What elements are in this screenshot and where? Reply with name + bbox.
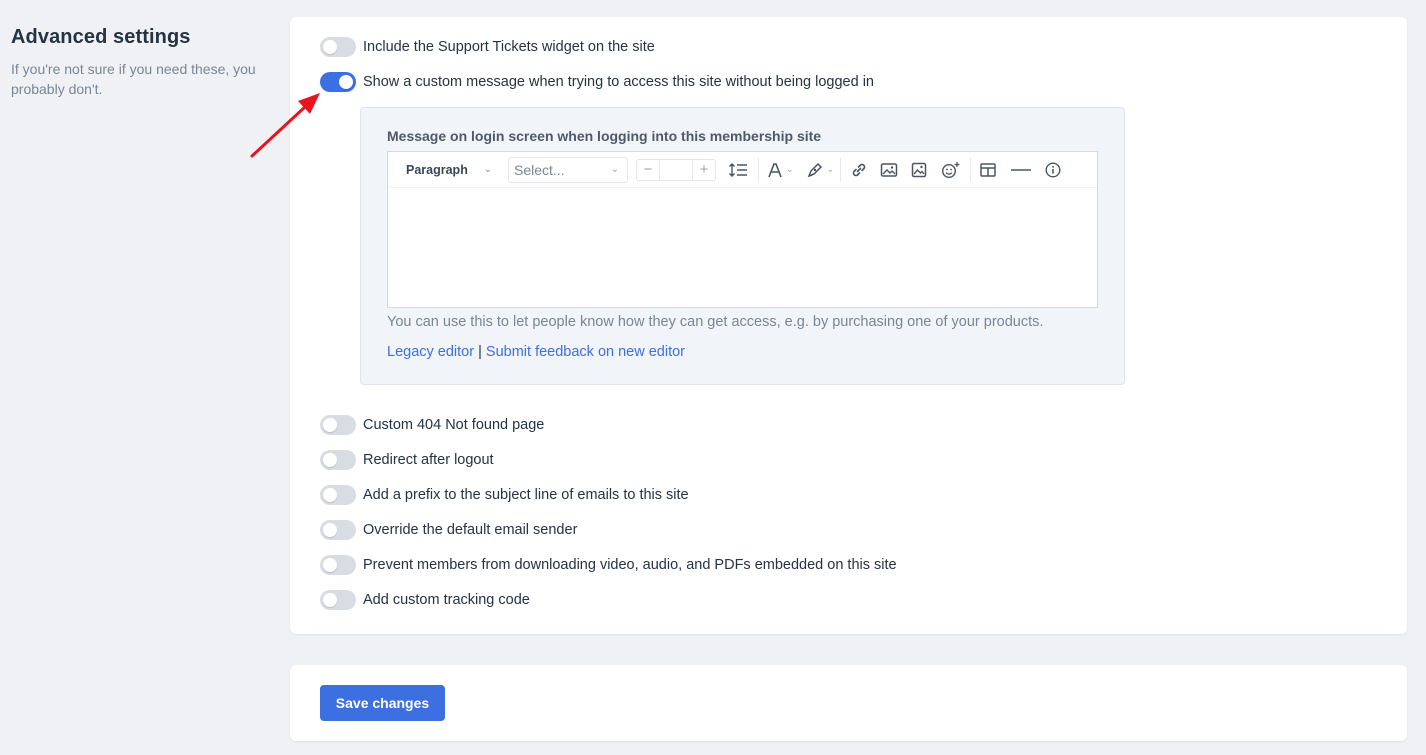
toggle-label: Add a prefix to the subject line of emai… [363,487,689,503]
toggle-label: Prevent members from downloading video, … [363,557,897,573]
toolbar-divider [970,157,972,182]
settings-card: Include the Support Tickets widget on th… [290,17,1407,634]
line-height-icon[interactable] [727,159,749,181]
custom-message-panel: Message on login screen when logging int… [360,107,1125,385]
save-changes-button[interactable]: Save changes [320,685,445,721]
toolbar-divider [758,157,759,182]
section-description: If you're not sure if you need these, yo… [11,61,256,97]
email-subject-prefix-toggle[interactable] [320,485,356,505]
redirect-after-logout-toggle[interactable] [320,450,356,470]
toolbar-divider [840,157,842,182]
rich-text-editor: Paragraph ⌄ Select... ⌄ − + ⌄ ⌄ [387,151,1098,308]
image-gallery-icon[interactable] [879,159,899,181]
toggle-row-tracking-code: Add custom tracking code [320,590,530,610]
editor-toolbar: Paragraph ⌄ Select... ⌄ − + ⌄ ⌄ [388,152,1097,188]
link-separator: | [478,344,482,360]
panel-title: Message on login screen when logging int… [387,128,822,144]
link-icon[interactable] [849,159,869,181]
toggle-label: Redirect after logout [363,452,494,468]
submit-feedback-link[interactable]: Submit feedback on new editor [486,344,685,360]
section-title: Advanced settings [11,26,191,48]
legacy-editor-link[interactable]: Legacy editor [387,344,474,360]
emoji-icon[interactable] [940,159,962,181]
prevent-downloads-toggle[interactable] [320,555,356,575]
chevron-down-icon: ⌄ [483,164,492,175]
chevron-down-icon: ⌄ [786,164,794,174]
highlight-icon[interactable]: ⌄ [806,159,835,181]
editor-content-area[interactable] [388,188,1097,307]
font-size-increase-button[interactable]: + [693,160,715,180]
support-tickets-toggle[interactable] [320,37,356,57]
toggle-label: Add custom tracking code [363,592,530,608]
section-header: Advanced settings If you're not sure if … [11,26,281,99]
font-family-placeholder: Select... [514,161,565,178]
toggle-label: Override the default email sender [363,522,578,538]
panel-hint: You can use this to let people know how … [387,314,1044,330]
font-color-icon[interactable]: ⌄ [767,159,794,181]
chevron-down-icon: ⌄ [610,164,619,175]
editor-links: Legacy editor | Submit feedback on new e… [387,344,685,360]
save-card: Save changes [290,665,1407,741]
toggle-row-redirect-logout: Redirect after logout [320,450,494,470]
font-size-stepper: − + [636,158,716,181]
font-family-select[interactable]: Select... ⌄ [508,156,628,183]
toggle-label: Show a custom message when trying to acc… [363,74,874,90]
image-icon[interactable] [909,159,929,181]
toggle-label: Include the Support Tickets widget on th… [363,39,655,55]
toggle-row-email-sender: Override the default email sender [320,520,577,540]
toggle-row-support-tickets: Include the Support Tickets widget on th… [320,37,655,57]
toggle-row-email-prefix: Add a prefix to the subject line of emai… [320,485,689,505]
table-icon[interactable] [979,159,997,181]
font-size-input[interactable] [659,159,693,180]
toggle-row-custom-404: Custom 404 Not found page [320,415,544,435]
paragraph-format-label: Paragraph [406,162,468,177]
tracking-code-toggle[interactable] [320,590,356,610]
font-size-decrease-button[interactable]: − [637,160,659,180]
paragraph-format-dropdown[interactable]: Paragraph ⌄ [406,163,498,177]
toggle-row-prevent-downloads: Prevent members from downloading video, … [320,555,897,575]
annotation-arrow-icon [250,93,320,158]
info-icon[interactable] [1044,159,1062,181]
email-sender-toggle[interactable] [320,520,356,540]
custom-404-toggle[interactable] [320,415,356,435]
toggle-label: Custom 404 Not found page [363,417,545,433]
chevron-down-icon: ⌄ [826,164,835,174]
toggle-row-custom-message: Show a custom message when trying to acc… [320,72,874,92]
horizontal-rule-icon[interactable] [1010,159,1032,181]
